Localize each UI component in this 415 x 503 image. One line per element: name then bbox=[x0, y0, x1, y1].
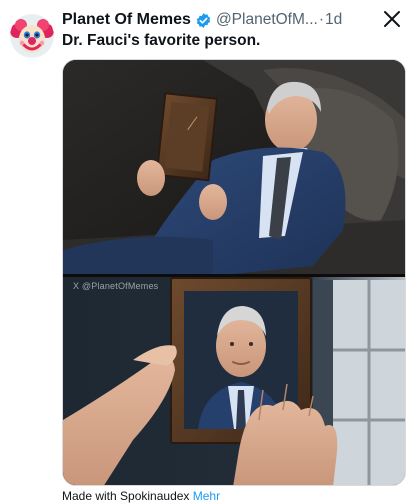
tweet-text: Dr. Fauci's favorite person. bbox=[62, 32, 261, 49]
meme-image bbox=[63, 60, 405, 485]
verified-badge-icon bbox=[195, 12, 212, 29]
tweet[interactable]: Planet Of Memes @PlanetOfM... · 1d Dr. F… bbox=[0, 0, 415, 503]
media-watermark: X @PlanetOfMemes bbox=[73, 281, 159, 291]
tweet-footer: Made with Spokinaudex Mehr bbox=[62, 489, 220, 503]
tweet-header: Planet Of Memes @PlanetOfM... · 1d bbox=[62, 9, 342, 31]
tweet-media-image[interactable]: X @PlanetOfMemes bbox=[62, 59, 406, 486]
avatar[interactable] bbox=[10, 14, 54, 58]
close-icon bbox=[384, 11, 400, 27]
author-handle[interactable]: @PlanetOfM... bbox=[216, 11, 318, 29]
timestamp[interactable]: 1d bbox=[325, 11, 342, 29]
clown-face-icon bbox=[10, 14, 54, 58]
author-name[interactable]: Planet Of Memes bbox=[62, 11, 191, 29]
separator-dot: · bbox=[318, 11, 324, 28]
close-button[interactable] bbox=[381, 8, 403, 30]
footer-text: Made with Spokinaudex bbox=[62, 489, 190, 503]
footer-link[interactable]: Mehr bbox=[193, 489, 220, 503]
